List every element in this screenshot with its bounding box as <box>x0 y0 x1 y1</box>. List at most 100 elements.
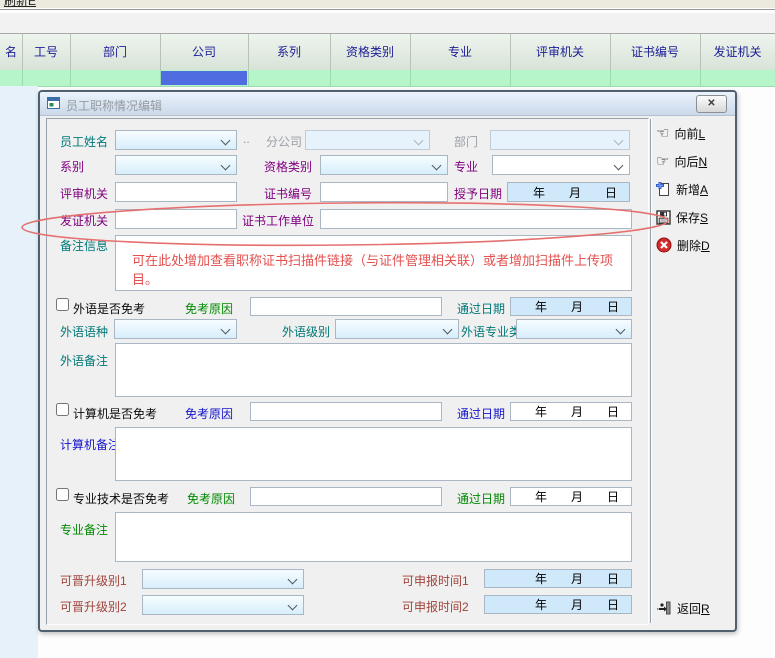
apply1-date-field[interactable]: 年月日 <box>484 569 632 588</box>
chevron-down-icon <box>432 161 442 171</box>
dialog-title: 员工职称情况编辑 <box>66 97 162 114</box>
pc-exempt-label: 计算机是否免考 <box>73 405 157 422</box>
apply1-label: 可申报时间1 <box>402 572 469 589</box>
fl-pass-date-field[interactable]: 年月日 <box>510 297 632 316</box>
app-window: 刷新E 名 工号 部门 公司 系列 资格类别 专业 评审机关 证书编号 发证机关… <box>0 0 775 658</box>
chevron-down-icon <box>614 161 624 171</box>
review-org-input[interactable] <box>115 182 237 202</box>
major-remark-textarea[interactable] <box>115 512 632 562</box>
fl-exempt-checkbox[interactable] <box>56 298 69 311</box>
emp-name-combo[interactable] <box>115 130 237 150</box>
chevron-down-icon <box>221 136 231 146</box>
exit-door-icon <box>656 600 672 616</box>
window-background <box>0 86 38 658</box>
emp-name-label: 员工姓名 <box>60 133 108 150</box>
toolbar-clipped: 刷新E <box>0 0 775 8</box>
fl-level-combo[interactable] <box>335 319 459 339</box>
fl-major-type-combo[interactable] <box>516 319 632 339</box>
grid-col-series[interactable]: 系列 <box>248 34 331 70</box>
cert-work-unit-label: 证书工作单位 <box>242 212 314 229</box>
floppy-icon <box>656 210 671 225</box>
toolbar-band <box>0 13 775 33</box>
promo1-combo[interactable] <box>142 569 304 589</box>
chevron-down-icon <box>616 325 626 335</box>
chevron-down-icon <box>221 161 231 171</box>
grid-col-dept[interactable]: 部门 <box>70 34 161 70</box>
fl-level-label: 外语级别 <box>282 323 330 340</box>
cert-no-input[interactable] <box>320 182 448 202</box>
apply2-label: 可申报时间2 <box>402 598 469 615</box>
series-label: 系别 <box>60 158 84 175</box>
chevron-down-icon <box>614 136 624 146</box>
next-button[interactable]: ☞ 向后N <box>656 151 707 171</box>
promo2-combo[interactable] <box>142 595 304 615</box>
grid-col-empno[interactable]: 工号 <box>22 34 71 70</box>
dialog-icon <box>47 97 60 109</box>
pc-remark-textarea[interactable] <box>115 427 632 481</box>
hand-left-icon: ☜ <box>656 126 669 141</box>
grid-col-major[interactable]: 专业 <box>410 34 511 70</box>
award-date-field[interactable]: 年月日 <box>507 182 630 202</box>
toolbar-refresh-label[interactable]: 刷新E <box>4 0 36 8</box>
grid-col-revieworg[interactable]: 评审机关 <box>510 34 611 70</box>
series-combo[interactable] <box>115 155 237 175</box>
review-org-label: 评审机关 <box>60 185 108 202</box>
grid-col-company[interactable]: 公司 <box>160 34 249 70</box>
issue-org-input[interactable] <box>115 209 237 229</box>
pc-exempt-checkbox[interactable] <box>56 403 69 416</box>
fl-exempt-label: 外语是否免考 <box>73 300 145 317</box>
pc-exempt-reason-input[interactable] <box>250 402 442 421</box>
dialog-titlebar[interactable]: 员工职称情况编辑 ✕ <box>40 92 735 116</box>
add-button[interactable]: 新增A <box>656 179 708 199</box>
save-button[interactable]: 保存S <box>656 207 708 227</box>
hand-right-icon: ☞ <box>656 154 669 169</box>
remark-textarea[interactable]: 可在此处增加查看职称证书扫描件链接（与证件管理相关联）或者增加扫描件上传项目。 <box>115 235 632 291</box>
tech-exempt-checkbox[interactable] <box>56 488 69 501</box>
fl-exempt-reason-input[interactable] <box>250 297 442 316</box>
qual-type-label: 资格类别 <box>264 158 312 175</box>
apply2-date-field[interactable]: 年月日 <box>484 595 632 614</box>
delete-icon <box>656 237 672 253</box>
fl-lang-label: 外语语种 <box>60 323 108 340</box>
chevron-down-icon <box>288 575 298 585</box>
grid-col-certno[interactable]: 证书编号 <box>610 34 701 70</box>
close-icon[interactable]: ✕ <box>696 95 727 113</box>
selected-cell[interactable] <box>161 71 247 85</box>
grid-row[interactable] <box>0 70 775 87</box>
remark-info-label: 备注信息 <box>60 237 108 254</box>
annotation-note: 可在此处增加查看职称证书扫描件链接（与证件管理相关联）或者增加扫描件上传项目。 <box>116 236 631 288</box>
tech-pass-date-field[interactable]: 年月日 <box>510 487 632 506</box>
fl-exempt-reason-label: 免考原因 <box>185 300 233 317</box>
pc-exempt-reason-label: 免考原因 <box>185 405 233 422</box>
back-button[interactable]: 返回R <box>656 598 710 618</box>
fl-remark-label: 外语备注 <box>60 352 108 369</box>
fl-pass-date-label: 通过日期 <box>457 300 505 317</box>
chevron-down-icon <box>443 325 453 335</box>
dept-label: 部门 <box>454 133 478 150</box>
pc-pass-date-field[interactable]: 年月日 <box>510 402 632 421</box>
tech-exempt-reason-input[interactable] <box>250 487 442 506</box>
chevron-down-icon <box>288 601 298 611</box>
major-remark-label: 专业备注 <box>60 521 108 538</box>
issue-org-label: 发证机关 <box>60 212 108 229</box>
fl-lang-combo[interactable] <box>114 319 237 339</box>
major-combo[interactable] <box>492 155 630 175</box>
qual-type-combo[interactable] <box>320 155 448 175</box>
cert-work-unit-input[interactable] <box>320 209 632 229</box>
grid-col-issueorg[interactable]: 发证机关 <box>700 34 775 70</box>
promo1-label: 可晋升级别1 <box>60 572 127 589</box>
grid-col-name[interactable]: 名 <box>0 34 23 70</box>
chevron-down-icon <box>414 136 424 146</box>
tech-exempt-label: 专业技术是否免考 <box>73 490 169 507</box>
tech-pass-date-label: 通过日期 <box>457 490 505 507</box>
pc-remark-label: 计算机备注 <box>60 436 120 453</box>
fl-remark-textarea[interactable] <box>115 343 632 397</box>
branch-label: 分公司 <box>266 133 302 150</box>
prev-button[interactable]: ☜ 向前L <box>656 123 705 143</box>
cert-no-label: 证书编号 <box>264 185 312 202</box>
promo2-label: 可晋升级别2 <box>60 598 127 615</box>
panel-separator <box>650 119 652 623</box>
delete-button[interactable]: 删除D <box>656 235 710 255</box>
edit-dialog: 员工职称情况编辑 ✕ 员工姓名 .. 分公司 部门 系别 资格类别 专业 评审机… <box>38 90 737 632</box>
grid-col-qualtype[interactable]: 资格类别 <box>330 34 411 70</box>
